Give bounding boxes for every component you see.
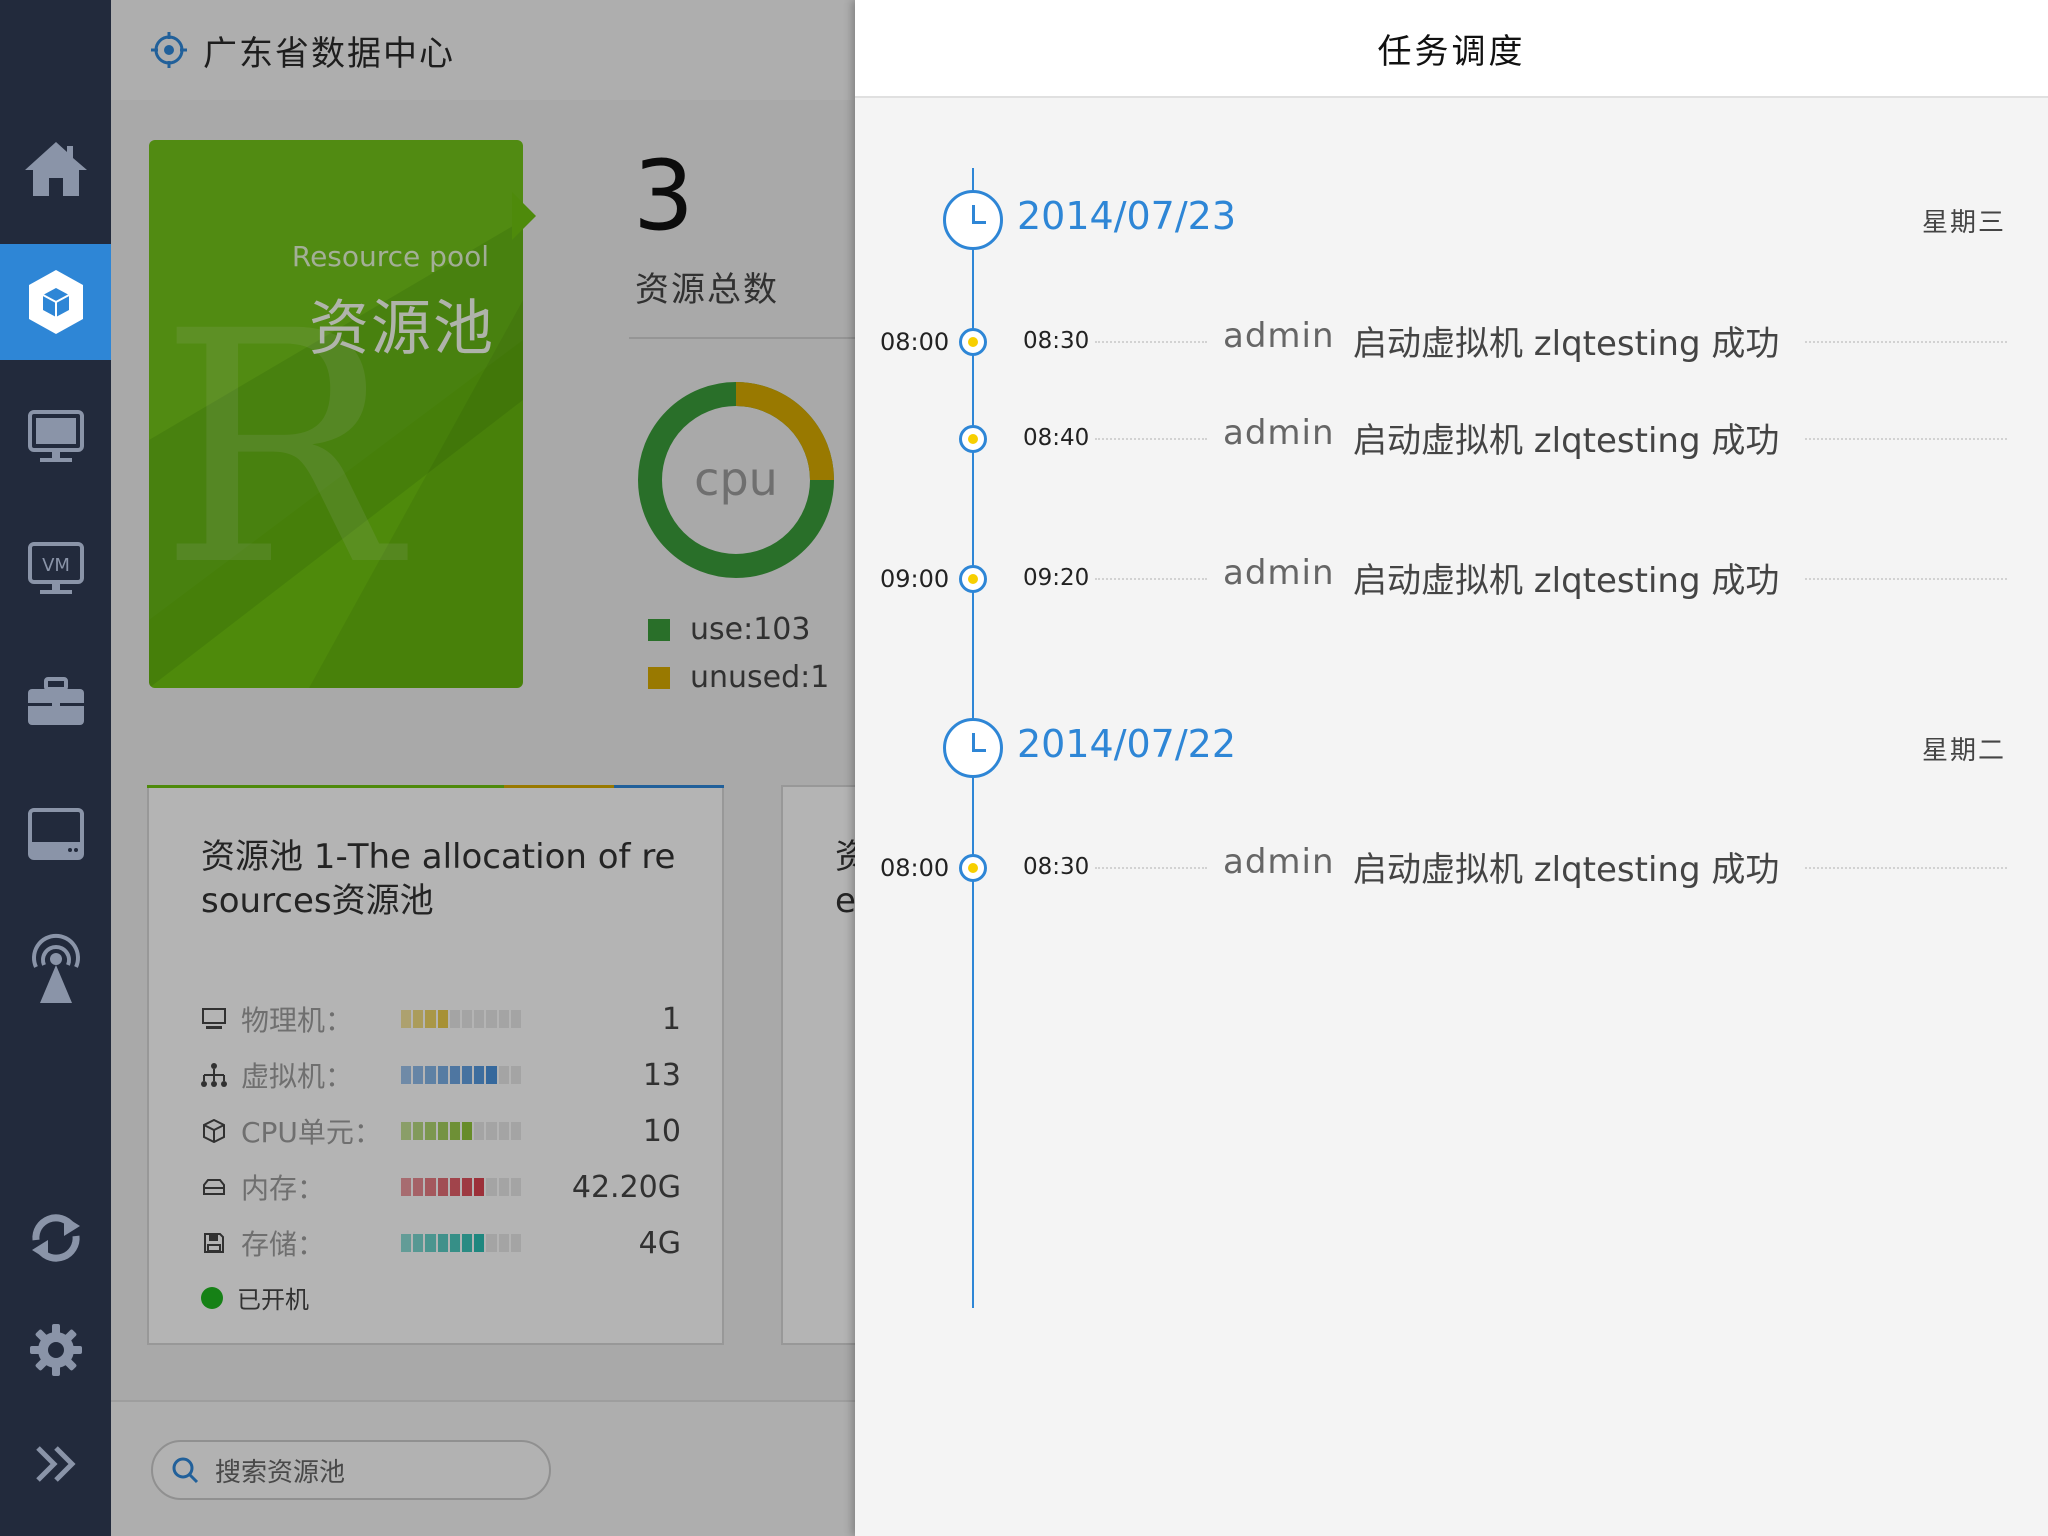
sidebar: VM (0, 0, 111, 1536)
hour-label: 09:00 (880, 565, 950, 593)
dotted-divider (1095, 867, 1207, 869)
broadcast-icon (31, 933, 80, 1003)
vm-icon: VM (27, 542, 84, 594)
dotted-divider (1805, 341, 2007, 343)
panel-title: 任务调度 (855, 0, 2048, 98)
refresh-icon (31, 1214, 80, 1262)
storage-icon (27, 808, 84, 860)
modal-backdrop[interactable] (111, 0, 855, 1536)
weekday-label: 星期二 (1921, 736, 2006, 766)
sidebar-item-monitor[interactable] (0, 378, 111, 494)
date-label: 2014/07/22 (1017, 722, 1237, 766)
dotted-divider (1095, 578, 1207, 580)
event-user: admin (1223, 553, 1335, 593)
event-dot (959, 328, 987, 356)
sidebar-item-storage[interactable] (0, 776, 111, 892)
dotted-divider (1805, 578, 2007, 580)
event-time: 08:30 (1023, 854, 1090, 880)
task-schedule-panel: 任务调度 2014/07/23 星期三 08:00 08:30 admin 启动… (855, 0, 2048, 1536)
event-user: admin (1223, 413, 1335, 453)
sidebar-item-briefcase[interactable] (0, 644, 111, 760)
sidebar-item-broadcast[interactable] (0, 910, 111, 1026)
event-message[interactable]: 启动虚拟机 zlqtesting 成功 (1353, 413, 1779, 462)
home-icon (24, 142, 87, 196)
event-dot (959, 425, 987, 453)
hour-label: 08:00 (880, 854, 950, 882)
dotted-divider (1805, 867, 2007, 869)
clock-icon (943, 718, 1003, 778)
dotted-divider (1095, 341, 1207, 343)
event-time: 09:20 (1023, 565, 1090, 591)
date-label: 2014/07/23 (1017, 194, 1237, 238)
event-dot (959, 854, 987, 882)
svg-text:VM: VM (42, 555, 70, 576)
sidebar-item-resource-pool[interactable] (0, 244, 111, 360)
event-message[interactable]: 启动虚拟机 zlqtesting 成功 (1353, 842, 1779, 891)
event-time: 08:40 (1023, 425, 1090, 451)
event-user: admin (1223, 316, 1335, 356)
dotted-divider (1805, 438, 2007, 440)
event-message[interactable]: 启动虚拟机 zlqtesting 成功 (1353, 316, 1779, 365)
expand-icon (35, 1446, 76, 1482)
monitor-icon (27, 410, 84, 462)
sidebar-item-vm[interactable]: VM (0, 510, 111, 626)
sidebar-item-settings[interactable] (0, 1292, 111, 1408)
event-message[interactable]: 启动虚拟机 zlqtesting 成功 (1353, 553, 1779, 602)
weekday-label: 星期三 (1921, 208, 2006, 238)
cube-icon (28, 270, 83, 334)
sidebar-item-home[interactable] (0, 110, 111, 226)
dotted-divider (1095, 438, 1207, 440)
sidebar-item-expand[interactable] (0, 1406, 111, 1522)
sidebar-item-refresh[interactable] (0, 1180, 111, 1296)
clock-icon (943, 190, 1003, 250)
briefcase-icon (27, 677, 84, 725)
event-user: admin (1223, 842, 1335, 882)
hour-label: 08:00 (880, 328, 950, 356)
event-dot (959, 565, 987, 593)
gear-icon (29, 1324, 82, 1376)
event-time: 08:30 (1023, 328, 1090, 354)
